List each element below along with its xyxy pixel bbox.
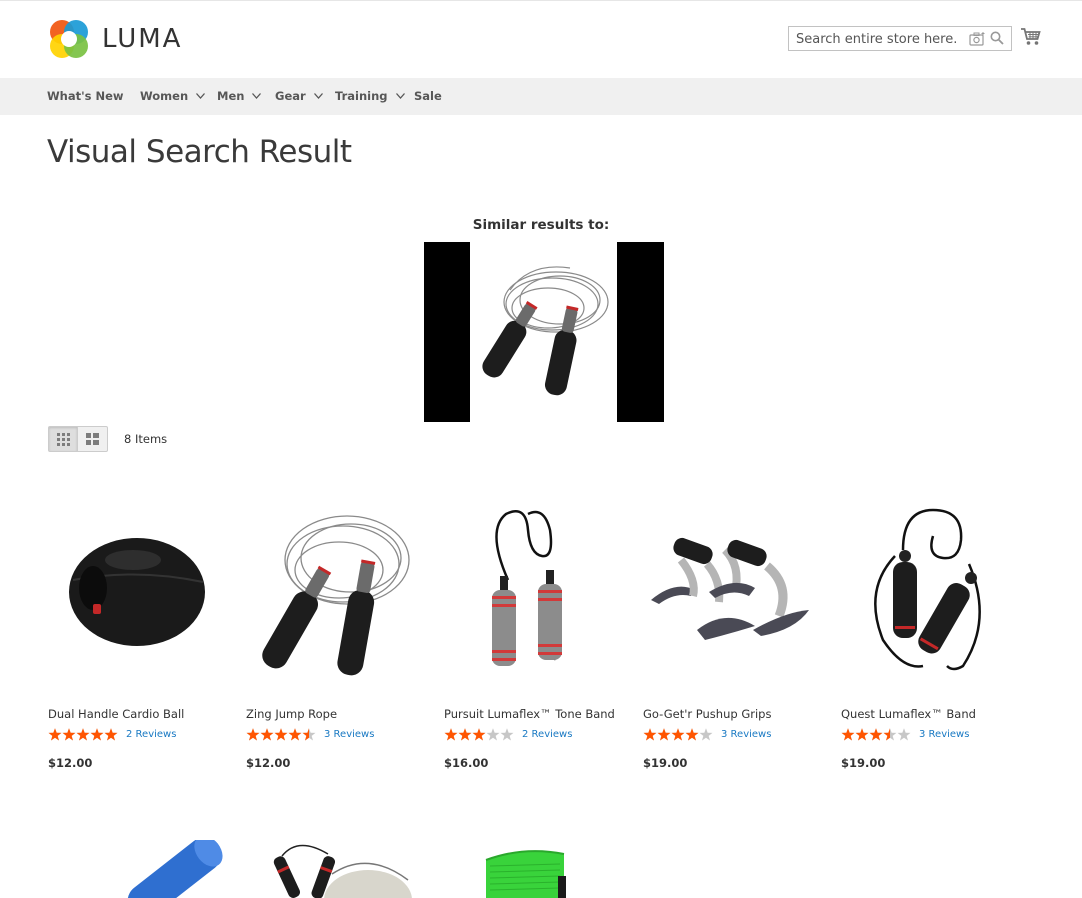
star-filled bbox=[841, 728, 855, 741]
product-image[interactable] bbox=[480, 846, 570, 898]
product-name[interactable]: Pursuit Lumaflex™ Tone Band bbox=[444, 707, 615, 721]
store-logo[interactable]: LUMA bbox=[48, 18, 182, 60]
rating-stars-icon bbox=[444, 728, 514, 741]
product-rating: 3 Reviews bbox=[246, 728, 374, 741]
nav-item-training[interactable]: Training bbox=[335, 89, 405, 103]
product-image[interactable] bbox=[247, 500, 417, 690]
rating-stars-icon bbox=[841, 728, 911, 741]
star-filled bbox=[260, 728, 274, 741]
product-rating: 3 Reviews bbox=[841, 728, 969, 741]
nav-item-label: Women bbox=[140, 89, 189, 103]
star-filled bbox=[76, 728, 90, 741]
product-image[interactable] bbox=[446, 500, 616, 690]
reviews-link[interactable]: 3 Reviews bbox=[324, 729, 374, 740]
nav-item-label: Training bbox=[335, 89, 388, 103]
search-input[interactable] bbox=[796, 31, 956, 47]
chevron-down-icon bbox=[196, 93, 206, 99]
similar-results-label: Similar results to: bbox=[472, 217, 610, 233]
jump-rope-query-image bbox=[482, 266, 609, 396]
reviews-link[interactable]: 3 Reviews bbox=[919, 729, 969, 740]
star-filled bbox=[643, 728, 657, 741]
star-filled bbox=[246, 728, 260, 741]
product-price: $16.00 bbox=[444, 756, 489, 770]
chevron-down-icon bbox=[252, 93, 262, 99]
search-icon[interactable] bbox=[990, 31, 1004, 45]
reviews-link[interactable]: 2 Reviews bbox=[522, 729, 572, 740]
chevron-down-icon bbox=[395, 93, 405, 99]
page-title: Visual Search Result bbox=[47, 134, 352, 170]
product-price: $19.00 bbox=[643, 756, 688, 770]
chevron-down-icon bbox=[313, 93, 323, 99]
product-price: $12.00 bbox=[48, 756, 93, 770]
list-view-button[interactable] bbox=[77, 426, 108, 452]
star-filled bbox=[855, 728, 869, 741]
nav-item-label: What's New bbox=[47, 89, 124, 103]
star-filled bbox=[444, 728, 458, 741]
product-name[interactable]: Quest Lumaflex™ Band bbox=[841, 707, 976, 721]
logo-text: LUMA bbox=[102, 24, 183, 54]
cart-icon[interactable] bbox=[1021, 28, 1041, 46]
star-filled bbox=[869, 728, 883, 741]
nav-item-women[interactable]: Women bbox=[140, 89, 206, 103]
nav-item-sale[interactable]: Sale bbox=[414, 89, 442, 103]
star-empty bbox=[486, 728, 500, 741]
nav-item-men[interactable]: Men bbox=[217, 89, 262, 103]
product-image[interactable] bbox=[268, 840, 418, 898]
product-image[interactable] bbox=[53, 500, 223, 690]
grid-view-button[interactable] bbox=[48, 426, 78, 452]
product-name[interactable]: Dual Handle Cardio Ball bbox=[48, 707, 184, 721]
star-filled bbox=[104, 728, 118, 741]
product-rating: 2 Reviews bbox=[48, 728, 176, 741]
product-image[interactable] bbox=[100, 840, 240, 898]
product-rating: 2 Reviews bbox=[444, 728, 572, 741]
query-image bbox=[424, 242, 664, 422]
star-filled bbox=[685, 728, 699, 741]
nav-item-label: Sale bbox=[414, 89, 442, 103]
star-empty bbox=[897, 728, 911, 741]
rating-stars-icon bbox=[246, 728, 316, 741]
star-filled bbox=[671, 728, 685, 741]
page-header: LUMA bbox=[0, 0, 1082, 78]
product-image[interactable] bbox=[645, 500, 815, 690]
nav-item-gear[interactable]: Gear bbox=[275, 89, 323, 103]
star-filled bbox=[472, 728, 486, 741]
main-navigation: What's New Women Men Gear Training Sale bbox=[0, 78, 1082, 115]
reviews-link[interactable]: 3 Reviews bbox=[721, 729, 771, 740]
nav-item-whats-new[interactable]: What's New bbox=[47, 89, 124, 103]
items-count: 8 Items bbox=[124, 432, 168, 446]
star-empty bbox=[699, 728, 713, 741]
product-rating: 3 Reviews bbox=[643, 728, 771, 741]
search-box bbox=[788, 26, 1012, 51]
star-empty bbox=[500, 728, 514, 741]
list-icon bbox=[86, 433, 99, 445]
star-filled bbox=[288, 728, 302, 741]
reviews-link[interactable]: 2 Reviews bbox=[126, 729, 176, 740]
star-filled bbox=[90, 728, 104, 741]
nav-item-label: Men bbox=[217, 89, 245, 103]
star-filled bbox=[48, 728, 62, 741]
rating-stars-icon bbox=[643, 728, 713, 741]
product-name[interactable]: Zing Jump Rope bbox=[246, 707, 337, 721]
product-price: $19.00 bbox=[841, 756, 886, 770]
nav-item-label: Gear bbox=[275, 89, 306, 103]
star-filled bbox=[274, 728, 288, 741]
camera-icon[interactable] bbox=[969, 31, 985, 46]
star-filled bbox=[657, 728, 671, 741]
star-filled bbox=[62, 728, 76, 741]
star-filled bbox=[458, 728, 472, 741]
product-price: $12.00 bbox=[246, 756, 291, 770]
grid-icon bbox=[57, 433, 70, 446]
product-image[interactable] bbox=[843, 500, 1013, 690]
product-name[interactable]: Go-Get'r Pushup Grips bbox=[643, 707, 771, 721]
luma-logo-icon bbox=[50, 20, 88, 58]
rating-stars-icon bbox=[48, 728, 118, 741]
